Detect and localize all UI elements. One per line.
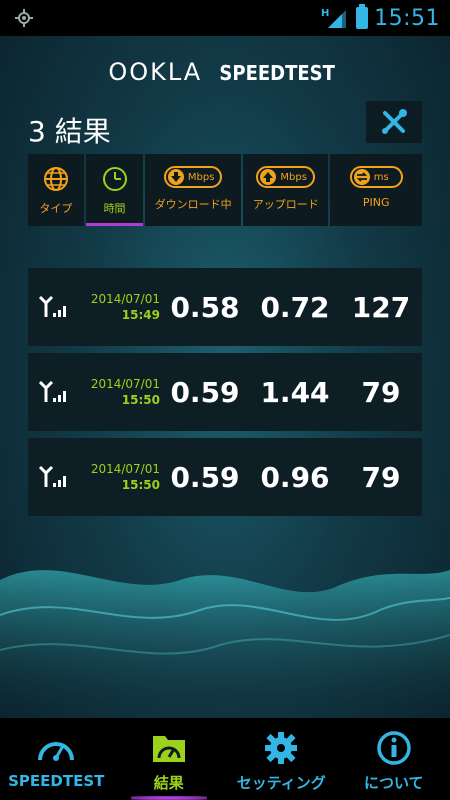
ping-unit: ms — [373, 171, 389, 183]
download-unit: Mbps — [187, 171, 215, 183]
bottom-nav: SPEEDTEST 結果 セッティング について — [0, 718, 450, 800]
result-date: 2014/07/01 — [90, 462, 160, 476]
download-arrow-icon — [167, 169, 184, 185]
info-icon — [377, 731, 411, 765]
battery-icon — [356, 4, 369, 29]
globe-icon — [43, 167, 68, 191]
upload-unit-pill: Mbps — [256, 166, 315, 188]
result-ping: 79 — [361, 460, 401, 494]
result-row[interactable]: 2014/07/01 15:50 0.59 0.96 79 — [28, 438, 422, 516]
ping-unit-pill: ms — [349, 166, 403, 188]
column-download-label: ダウンロード中 — [154, 198, 232, 211]
result-ping: 79 — [361, 375, 401, 409]
gps-icon — [15, 9, 33, 27]
tools-button[interactable] — [366, 101, 422, 143]
background-wave — [0, 570, 450, 720]
upload-unit: Mbps — [280, 171, 307, 183]
nav-speedtest-label: SPEEDTEST — [8, 772, 105, 790]
status-bar: H 15:51 — [0, 0, 450, 36]
logo-ookla: OOKLA — [108, 58, 203, 86]
result-time: 15:49 — [121, 308, 160, 322]
column-upload-label: アップロード — [252, 198, 319, 211]
column-type[interactable]: タイプ — [28, 154, 84, 226]
result-datetime: 2014/07/01 15:50 — [78, 376, 160, 408]
result-datetime: 2014/07/01 15:50 — [78, 461, 160, 493]
nav-about-label: について — [363, 774, 424, 792]
clock-icon — [102, 167, 127, 191]
column-time-label: 時間 — [103, 202, 126, 215]
nav-speedtest[interactable]: SPEEDTEST — [0, 718, 113, 800]
results-header: タイプ 時間 Mbps ダウンロード中 Mbps アップロード ms PING — [28, 154, 423, 226]
result-upload: 0.72 — [260, 290, 330, 324]
signal-strength-icon: H — [321, 8, 347, 28]
results-folder-icon — [152, 736, 185, 762]
result-datetime: 2014/07/01 15:49 — [78, 291, 160, 323]
nav-results[interactable]: 結果 — [113, 718, 226, 800]
column-upload[interactable]: Mbps アップロード — [242, 154, 329, 226]
nav-about[interactable]: について — [338, 718, 450, 800]
result-date: 2014/07/01 — [90, 292, 160, 306]
result-ping: 127 — [351, 290, 411, 324]
logo-speedtest: SPEEDTEST — [219, 61, 336, 85]
results-count-title: 3 結果 — [28, 115, 111, 148]
download-unit-pill: Mbps — [163, 166, 223, 188]
gear-icon — [265, 732, 298, 764]
column-download[interactable]: Mbps ダウンロード中 — [145, 154, 241, 226]
cell-signal-icon — [28, 293, 78, 321]
nav-settings-label: セッティング — [236, 774, 326, 792]
status-clock: 15:51 — [374, 5, 440, 31]
speedometer-icon — [38, 742, 75, 761]
result-download: 0.59 — [170, 375, 240, 409]
ping-arrows-icon — [353, 169, 370, 185]
wrench-screwdriver-icon — [382, 109, 407, 134]
column-type-label: タイプ — [39, 202, 73, 215]
upload-arrow-icon — [260, 169, 277, 185]
column-ping-label: PING — [362, 196, 390, 209]
cell-signal-icon — [28, 378, 78, 406]
network-type: H — [321, 8, 329, 19]
column-time[interactable]: 時間 — [85, 154, 144, 226]
result-upload: 0.96 — [260, 460, 330, 494]
result-row[interactable]: 2014/07/01 15:49 0.58 0.72 127 — [28, 268, 422, 346]
cell-signal-icon — [28, 463, 78, 491]
nav-settings[interactable]: セッティング — [225, 718, 338, 800]
result-date: 2014/07/01 — [90, 377, 160, 391]
result-download: 0.58 — [170, 290, 240, 324]
result-upload: 1.44 — [260, 375, 330, 409]
app-logo: OOKLA SPEEDTEST — [0, 58, 450, 86]
result-row[interactable]: 2014/07/01 15:50 0.59 1.44 79 — [28, 353, 422, 431]
result-time: 15:50 — [121, 393, 160, 407]
nav-results-label: 結果 — [153, 774, 184, 792]
column-ping[interactable]: ms PING — [330, 154, 423, 226]
status-icons: H 15:51 — [320, 4, 440, 32]
result-time: 15:50 — [121, 478, 160, 492]
result-download: 0.59 — [170, 460, 240, 494]
